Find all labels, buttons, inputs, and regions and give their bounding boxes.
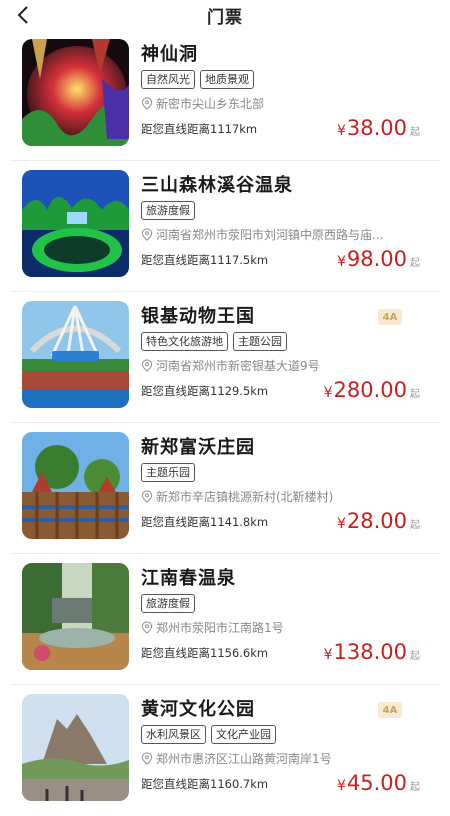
- price: ¥ 280.00 起: [324, 378, 420, 402]
- address-text: 河南省郑州市新密银基大道9号: [156, 359, 320, 373]
- price: ¥ 138.00 起: [324, 640, 420, 664]
- attraction-name: 银基动物王国: [141, 306, 255, 327]
- price-suffix: 起: [410, 127, 420, 138]
- address-text: 河南省郑州市荥阳市刘河镇中原西路与庙...: [156, 228, 384, 242]
- price: ¥ 28.00 起: [337, 509, 420, 533]
- price-value: 280.00: [333, 378, 407, 402]
- attraction-image: [22, 563, 129, 670]
- attraction-name: 神仙洞: [141, 44, 198, 65]
- price-value: 38.00: [346, 116, 407, 140]
- currency-symbol: ¥: [336, 254, 346, 270]
- category-tag: 主题公园: [233, 332, 287, 351]
- price-value: 28.00: [346, 509, 407, 533]
- list-item[interactable]: 黄河文化公园 4A 水利风景区 文化产业园 郑州市惠济区江山路黄河南岸1号 距您…: [10, 685, 440, 816]
- currency-symbol: ¥: [336, 123, 346, 139]
- location-pin-icon: [141, 752, 153, 765]
- list-item[interactable]: 新郑富沃庄园 主题乐园 新郑市辛店镇桃源新村(北靳楼村) 距您直线距离1141.…: [10, 423, 440, 554]
- category-tag: 文化产业园: [211, 725, 276, 744]
- header-bar: 门票: [0, 0, 450, 30]
- distance-text: 距您直线距离1117km: [141, 122, 258, 136]
- attraction-image: [22, 170, 129, 277]
- ticket-list: 神仙洞 自然风光 地质景观 新密市尖山乡东北部 距您直线距离1117km ¥ 3…: [0, 30, 450, 816]
- category-tag: 地质景观: [200, 70, 254, 89]
- level-badge: 4A: [378, 702, 402, 718]
- category-tag: 旅游度假: [141, 201, 195, 220]
- attraction-name: 黄河文化公园: [141, 699, 255, 720]
- tag-list: 自然风光 地质景观: [141, 70, 254, 89]
- chevron-left-icon: [17, 6, 28, 24]
- price: ¥ 98.00 起: [337, 247, 420, 271]
- category-tag: 水利风景区: [141, 725, 206, 744]
- price-suffix: 起: [410, 258, 420, 269]
- location-pin-icon: [141, 621, 153, 634]
- back-button[interactable]: [12, 4, 34, 26]
- list-item[interactable]: 三山森林溪谷温泉 旅游度假 河南省郑州市荥阳市刘河镇中原西路与庙... 距您直线…: [10, 161, 440, 292]
- attraction-image: [22, 432, 129, 539]
- currency-symbol: ¥: [336, 778, 346, 794]
- address: 新郑市辛店镇桃源新村(北靳楼村): [141, 488, 421, 505]
- price-suffix: 起: [410, 389, 420, 400]
- distance-text: 距您直线距离1156.6km: [141, 646, 269, 660]
- category-tag: 主题乐园: [141, 463, 195, 482]
- address-text: 郑州市荥阳市江南路1号: [156, 621, 284, 635]
- address-text: 新密市尖山乡东北部: [156, 97, 265, 111]
- price-value: 45.00: [346, 771, 407, 795]
- price-suffix: 起: [410, 782, 420, 793]
- location-pin-icon: [141, 490, 153, 503]
- distance-text: 距您直线距离1129.5km: [141, 384, 269, 398]
- currency-symbol: ¥: [323, 385, 333, 401]
- attraction-image: [22, 39, 129, 146]
- address: 河南省郑州市荥阳市刘河镇中原西路与庙...: [141, 226, 421, 243]
- distance-text: 距您直线距离1160.7km: [141, 777, 269, 791]
- address: 郑州市惠济区江山路黄河南岸1号: [141, 750, 421, 767]
- price-suffix: 起: [410, 651, 420, 662]
- location-pin-icon: [141, 228, 153, 241]
- address-text: 新郑市辛店镇桃源新村(北靳楼村): [156, 490, 334, 504]
- price-suffix: 起: [410, 520, 420, 531]
- attraction-name: 三山森林溪谷温泉: [141, 175, 293, 196]
- list-item[interactable]: 神仙洞 自然风光 地质景观 新密市尖山乡东北部 距您直线距离1117km ¥ 3…: [10, 30, 440, 161]
- level-badge: 4A: [378, 309, 402, 325]
- currency-symbol: ¥: [323, 647, 333, 663]
- category-tag: 旅游度假: [141, 594, 195, 613]
- distance-text: 距您直线距离1117.5km: [141, 253, 269, 267]
- attraction-image: [22, 301, 129, 408]
- attraction-name: 江南春温泉: [141, 568, 236, 589]
- list-item[interactable]: 银基动物王国 4A 特色文化旅游地 主题公园 河南省郑州市新密银基大道9号 距您…: [10, 292, 440, 423]
- address: 河南省郑州市新密银基大道9号: [141, 357, 421, 374]
- price: ¥ 38.00 起: [337, 116, 420, 140]
- price-value: 98.00: [346, 247, 407, 271]
- address: 郑州市荥阳市江南路1号: [141, 619, 421, 636]
- currency-symbol: ¥: [336, 516, 346, 532]
- tag-list: 水利风景区 文化产业园: [141, 725, 276, 744]
- tag-list: 主题乐园: [141, 463, 195, 482]
- location-pin-icon: [141, 97, 153, 110]
- address-text: 郑州市惠济区江山路黄河南岸1号: [156, 752, 332, 766]
- tag-list: 旅游度假: [141, 201, 195, 220]
- tag-list: 旅游度假: [141, 594, 195, 613]
- category-tag: 自然风光: [141, 70, 195, 89]
- distance-text: 距您直线距离1141.8km: [141, 515, 269, 529]
- tag-list: 特色文化旅游地 主题公园: [141, 332, 287, 351]
- category-tag: 特色文化旅游地: [141, 332, 228, 351]
- page-title: 门票: [207, 7, 243, 28]
- price-value: 138.00: [333, 640, 407, 664]
- attraction-image: [22, 694, 129, 801]
- list-item[interactable]: 江南春温泉 旅游度假 郑州市荥阳市江南路1号 距您直线距离1156.6km ¥ …: [10, 554, 440, 685]
- address: 新密市尖山乡东北部: [141, 95, 421, 112]
- price: ¥ 45.00 起: [337, 771, 420, 795]
- location-pin-icon: [141, 359, 153, 372]
- attraction-name: 新郑富沃庄园: [141, 437, 255, 458]
